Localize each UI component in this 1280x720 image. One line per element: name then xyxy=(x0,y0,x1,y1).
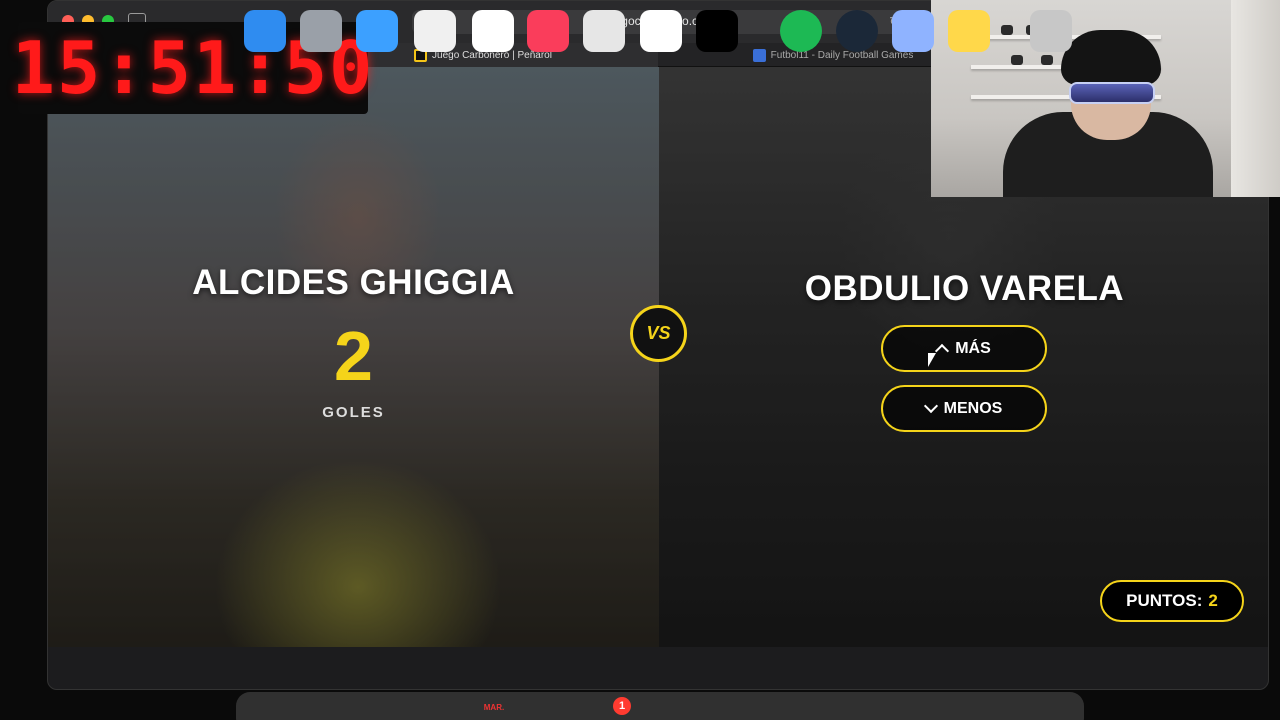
trash-icon[interactable] xyxy=(1030,10,1072,52)
more-button[interactable]: MÁS xyxy=(881,325,1047,372)
sunglasses xyxy=(1069,82,1155,104)
launchpad-icon[interactable] xyxy=(300,10,342,52)
finder-icon[interactable] xyxy=(244,10,286,52)
less-button-label: MENOS xyxy=(943,399,1003,417)
music-icon[interactable] xyxy=(527,10,569,52)
vs-badge: VS xyxy=(630,305,687,362)
spotify-icon[interactable] xyxy=(780,10,822,52)
streamer-hair xyxy=(1061,30,1161,85)
tab-label: Futbol11 - Daily Football Games xyxy=(770,49,914,61)
shelf-item xyxy=(1011,55,1023,65)
dock xyxy=(236,692,1084,720)
calendar-icon[interactable] xyxy=(472,10,514,52)
notification-badge: 1 xyxy=(613,697,631,715)
score-label: PUNTOS: xyxy=(1126,591,1203,610)
desktop-screen: juegocarbonero.com ↻ Juego Carbonero | P… xyxy=(0,0,1280,720)
shelf-item xyxy=(1001,25,1013,35)
less-button[interactable]: MENOS xyxy=(881,385,1047,432)
left-player-stat-label: GOLES xyxy=(322,404,385,421)
curtain xyxy=(1231,0,1280,197)
safari-icon[interactable] xyxy=(356,10,398,52)
notes-icon[interactable] xyxy=(948,10,990,52)
more-button-label: MÁS xyxy=(955,339,991,357)
score-badge: PUNTOS: 2 xyxy=(1100,580,1244,622)
score-value: 2 xyxy=(1208,591,1218,610)
photos-icon[interactable] xyxy=(414,10,456,52)
x-icon[interactable] xyxy=(696,10,738,52)
chevron-down-icon xyxy=(923,398,938,414)
steam-icon[interactable] xyxy=(836,10,878,52)
calendar-month-label: MAR. xyxy=(483,703,505,712)
preview-icon[interactable] xyxy=(892,10,934,52)
left-player-stat-value: 2 xyxy=(334,317,373,395)
futbol11-favicon-icon xyxy=(752,48,766,62)
chevron-up-icon xyxy=(935,343,950,359)
shelf-item xyxy=(1041,55,1053,65)
left-player-name: ALCIDES GHIGGIA xyxy=(192,263,515,302)
slack-icon[interactable] xyxy=(640,10,682,52)
right-player-name: OBDULIO VARELA xyxy=(804,269,1125,308)
chatgpt-icon[interactable] xyxy=(583,10,625,52)
